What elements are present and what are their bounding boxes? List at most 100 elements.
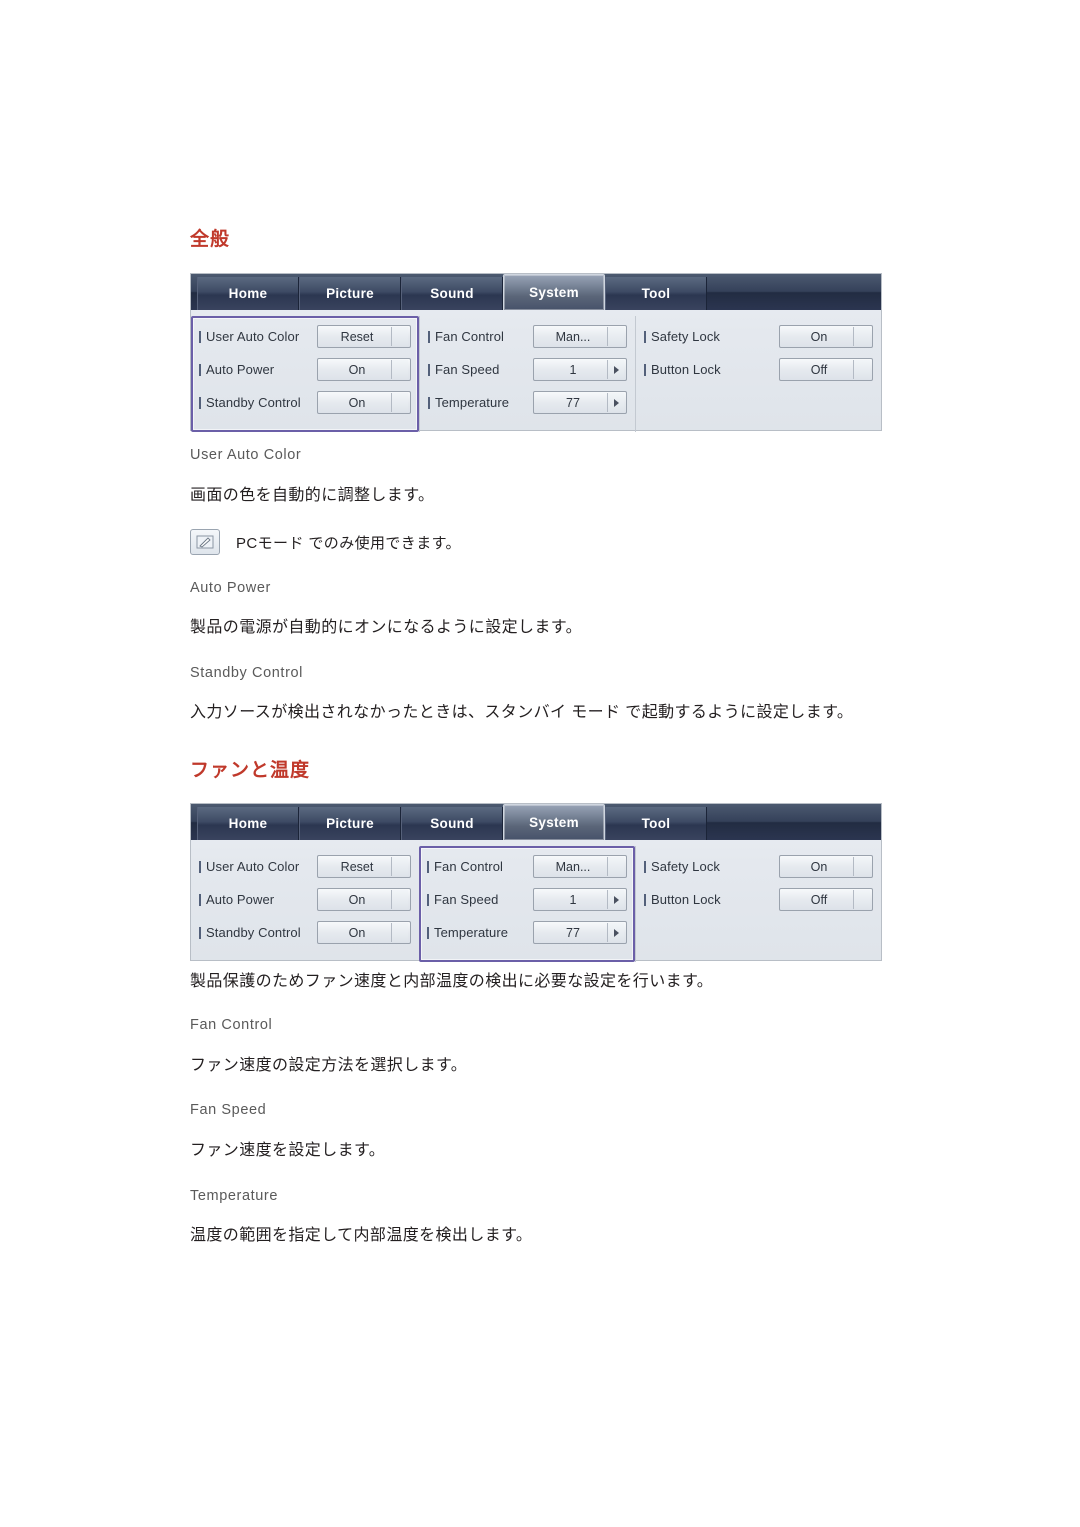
label-fan-control: Fan Control — [427, 859, 533, 874]
chevron-down-icon[interactable] — [391, 857, 408, 876]
label-button-lock: Button Lock — [644, 362, 779, 377]
field-safety-lock[interactable]: On — [779, 855, 873, 878]
field-fan-control[interactable]: Man... — [533, 855, 627, 878]
section-heading-general: 全般 — [190, 229, 231, 250]
chevron-down-icon[interactable] — [853, 890, 870, 909]
tab-sound[interactable]: Sound — [401, 807, 503, 840]
chevron-right-icon[interactable] — [607, 393, 624, 412]
field-standby-control[interactable]: On — [317, 391, 411, 414]
bullet-icon — [199, 363, 201, 376]
tab-picture[interactable]: Picture — [299, 807, 401, 840]
field-user-auto-color[interactable]: Reset — [317, 325, 411, 348]
row-standby-control[interactable]: Standby Control On — [199, 916, 411, 949]
tab-home[interactable]: Home — [197, 807, 299, 840]
field-fan-speed[interactable]: 1 — [533, 888, 627, 911]
document-page: 全般 Home Picture Sound System Tool User A… — [0, 0, 1080, 1527]
label-user-auto-color: User Auto Color — [199, 859, 317, 874]
field-auto-power[interactable]: On — [317, 888, 411, 911]
chevron-down-icon[interactable] — [391, 327, 408, 346]
osd-column-general: User Auto Color Reset Auto Power On Stan… — [191, 846, 419, 962]
field-user-auto-color[interactable]: Reset — [317, 855, 411, 878]
field-fan-speed[interactable]: 1 — [533, 358, 627, 381]
bullet-icon — [427, 926, 429, 939]
body-standby-control: 入力ソースが検出されなかったときは、スタンバイ モード で起動するように設定しま… — [190, 704, 854, 721]
bullet-icon — [427, 860, 429, 873]
field-button-lock[interactable]: Off — [779, 358, 873, 381]
row-button-lock[interactable]: Button Lock Off — [644, 353, 873, 386]
bullet-icon — [199, 330, 201, 343]
field-auto-power[interactable]: On — [317, 358, 411, 381]
chevron-down-icon[interactable] — [853, 360, 870, 379]
tab-tool[interactable]: Tool — [605, 277, 707, 310]
chevron-down-icon[interactable] — [391, 923, 408, 942]
row-user-auto-color[interactable]: User Auto Color Reset — [199, 320, 411, 353]
tab-system[interactable]: System — [503, 274, 605, 310]
note-pc-mode: PCモード でのみ使用できます。 — [190, 529, 461, 555]
row-fan-control[interactable]: Fan Control Man... — [427, 850, 627, 883]
chevron-right-icon[interactable] — [607, 890, 624, 909]
body-temperature: 温度の範囲を指定して内部温度を検出します。 — [190, 1227, 533, 1244]
field-temperature[interactable]: 77 — [533, 921, 627, 944]
row-standby-control[interactable]: Standby Control On — [199, 386, 411, 419]
row-safety-lock[interactable]: Safety Lock On — [644, 320, 873, 353]
label-button-lock: Button Lock — [644, 892, 779, 907]
chevron-down-icon[interactable] — [607, 857, 624, 876]
chevron-right-icon[interactable] — [607, 923, 624, 942]
osd-column-lock: Safety Lock On Button Lock Off — [635, 316, 881, 432]
field-button-lock[interactable]: Off — [779, 888, 873, 911]
row-auto-power[interactable]: Auto Power On — [199, 353, 411, 386]
tab-tool[interactable]: Tool — [605, 807, 707, 840]
bullet-icon — [644, 893, 646, 906]
osd-column-fan: Fan Control Man... Fan Speed 1 Temperatu… — [419, 846, 635, 962]
row-user-auto-color[interactable]: User Auto Color Reset — [199, 850, 411, 883]
bullet-icon — [199, 926, 201, 939]
osd-column-general: User Auto Color Reset Auto Power On Stan… — [191, 316, 419, 432]
osd-body: User Auto Color Reset Auto Power On Stan… — [191, 310, 881, 432]
bullet-icon — [644, 860, 646, 873]
row-button-lock[interactable]: Button Lock Off — [644, 883, 873, 916]
chevron-down-icon[interactable] — [391, 393, 408, 412]
label-fan-control: Fan Control — [428, 329, 533, 344]
tab-system[interactable]: System — [503, 804, 605, 840]
label-safety-lock: Safety Lock — [644, 329, 779, 344]
chevron-right-icon[interactable] — [607, 360, 624, 379]
subhead-user-auto-color: User Auto Color — [190, 447, 302, 463]
label-auto-power: Auto Power — [199, 892, 317, 907]
field-temperature[interactable]: 77 — [533, 391, 627, 414]
bullet-icon — [644, 363, 646, 376]
label-standby-control: Standby Control — [199, 925, 317, 940]
osd-tabbar: Home Picture Sound System Tool — [191, 274, 881, 310]
label-temperature: Temperature — [427, 925, 533, 940]
body-fan-control: ファン速度の設定方法を選択します。 — [190, 1057, 468, 1074]
label-fan-speed: Fan Speed — [427, 892, 533, 907]
row-fan-speed[interactable]: Fan Speed 1 — [427, 883, 627, 916]
bullet-icon — [428, 330, 430, 343]
row-temperature[interactable]: Temperature 77 — [428, 386, 627, 419]
row-temperature[interactable]: Temperature 77 — [427, 916, 627, 949]
chevron-down-icon[interactable] — [607, 327, 624, 346]
body-fan-speed: ファン速度を設定します。 — [190, 1142, 386, 1159]
chevron-down-icon[interactable] — [853, 327, 870, 346]
row-fan-control[interactable]: Fan Control Man... — [428, 320, 627, 353]
body-user-auto-color: 画面の色を自動的に調整します。 — [190, 487, 435, 504]
field-standby-control[interactable]: On — [317, 921, 411, 944]
note-pencil-icon — [190, 529, 220, 555]
note-text: PCモード でのみ使用できます。 — [236, 534, 461, 552]
chevron-down-icon[interactable] — [391, 890, 408, 909]
bullet-icon — [644, 330, 646, 343]
chevron-down-icon[interactable] — [391, 360, 408, 379]
field-safety-lock[interactable]: On — [779, 325, 873, 348]
subhead-fan-speed: Fan Speed — [190, 1102, 267, 1118]
bullet-icon — [199, 396, 201, 409]
row-fan-speed[interactable]: Fan Speed 1 — [428, 353, 627, 386]
row-auto-power[interactable]: Auto Power On — [199, 883, 411, 916]
label-safety-lock: Safety Lock — [644, 859, 779, 874]
tab-sound[interactable]: Sound — [401, 277, 503, 310]
osd-tabbar: Home Picture Sound System Tool — [191, 804, 881, 840]
bullet-icon — [428, 363, 430, 376]
chevron-down-icon[interactable] — [853, 857, 870, 876]
row-safety-lock[interactable]: Safety Lock On — [644, 850, 873, 883]
tab-home[interactable]: Home — [197, 277, 299, 310]
field-fan-control[interactable]: Man... — [533, 325, 627, 348]
tab-picture[interactable]: Picture — [299, 277, 401, 310]
